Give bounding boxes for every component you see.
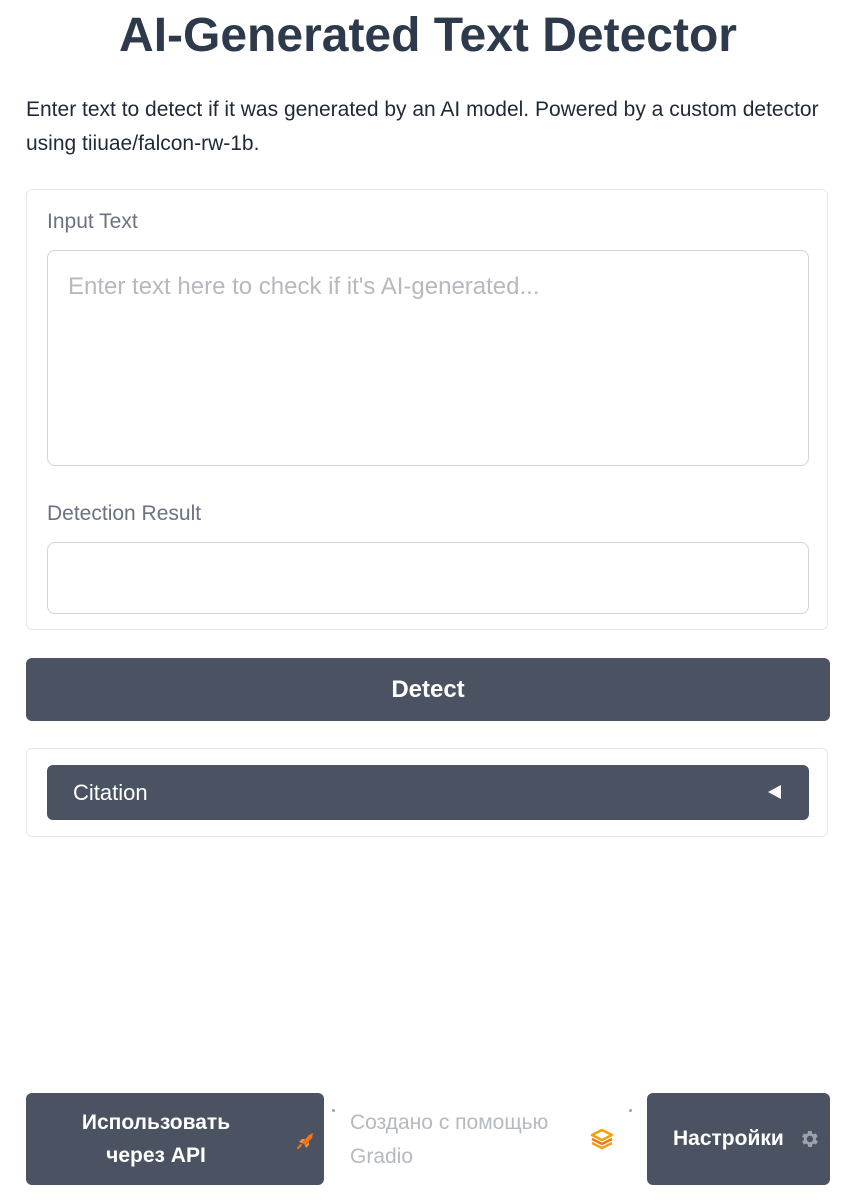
citation-toggle[interactable]: Citation <box>47 765 809 820</box>
detect-button[interactable]: Detect <box>26 658 830 721</box>
form-panel: Input Text Detection Result <box>26 189 828 630</box>
settings-label: Настройки <box>673 1127 784 1150</box>
detection-result-field[interactable] <box>47 542 809 614</box>
footer-separator-dot <box>629 1109 632 1112</box>
use-via-api-label: Использовать через API <box>81 1111 231 1167</box>
page-description: Enter text to detect if it was generated… <box>26 98 819 155</box>
built-with-gradio-link[interactable]: Создано с помощью Gradio <box>350 1106 580 1174</box>
input-text-area[interactable] <box>47 250 809 466</box>
settings-button[interactable]: Настройки <box>647 1093 830 1185</box>
detection-result-label: Detection Result <box>47 502 202 525</box>
use-via-api-button[interactable]: Использовать через API <box>26 1093 324 1185</box>
footer-separator-dot <box>332 1109 335 1112</box>
page-title: AI-Generated Text Detector <box>119 9 737 62</box>
triangle-left-icon <box>768 785 781 799</box>
citation-label: Citation <box>73 780 148 805</box>
input-text-label: Input Text <box>47 210 138 233</box>
citation-accordion: Citation <box>26 748 828 837</box>
gear-icon <box>802 1131 818 1147</box>
rocket-icon <box>297 1133 313 1149</box>
gradio-logo-icon <box>590 1128 614 1150</box>
